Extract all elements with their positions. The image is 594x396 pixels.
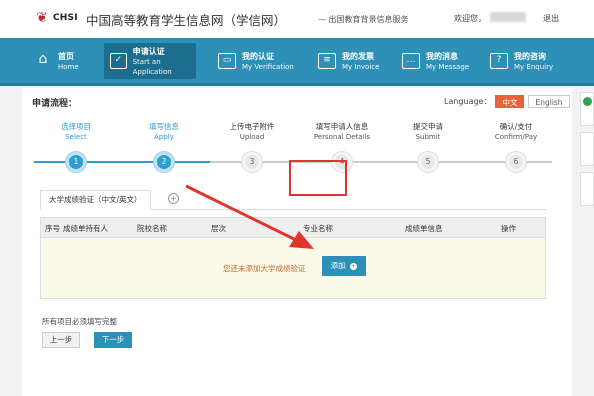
flow-label: 申请流程： xyxy=(32,99,78,109)
side-tab-top[interactable] xyxy=(580,172,594,206)
transcript-table: 序号 成绩单持有人 院校名称 层次 专业名称 成绩单信息 操作 您还未添加大学成… xyxy=(40,217,546,299)
step-confirm-pay: 确认/支付 Confirm/Pay xyxy=(476,122,556,142)
step-label-cn: 确认/支付 xyxy=(499,122,533,131)
step-dot-6: 6 xyxy=(506,152,526,172)
col-transcript-info: 成绩单信息 xyxy=(405,224,443,233)
table-header: 序号 成绩单持有人 院校名称 层次 专业名称 成绩单信息 操作 xyxy=(41,218,545,238)
highlight-box xyxy=(289,160,347,196)
nav-item-my-message[interactable]: … 我的消息 My Message xyxy=(402,43,470,79)
step-personal-details: 填写申请人信息 Personal Details xyxy=(302,122,382,142)
step-submit: 提交申请 Submit xyxy=(388,122,468,142)
nav-label-cn: 我的发票 xyxy=(342,51,374,61)
step-dot-3: 3 xyxy=(242,152,262,172)
step-label-en: Personal Details xyxy=(313,133,371,141)
step-label-en: Select xyxy=(65,133,87,141)
invoice-icon: ≡ xyxy=(318,53,336,69)
nav-label-cn: 我的认证 xyxy=(242,51,274,61)
nav-label-cn: 我的咨询 xyxy=(514,51,546,61)
required-note: 所有项目必须填写完整 xyxy=(42,317,117,326)
step-label-en: Submit xyxy=(415,133,441,141)
main-content: 申请流程： Language： 中文 English 选择项目 Select 填… xyxy=(22,88,572,396)
language-switcher: Language： 中文 English xyxy=(444,95,570,108)
step-label-en: Confirm/Pay xyxy=(494,133,538,141)
nav-label-en: Home xyxy=(58,62,79,71)
empty-message: 您还未添加大学成绩验证 xyxy=(223,264,306,273)
step-label-cn: 填写申请人信息 xyxy=(315,122,369,131)
lang-en-button[interactable]: English xyxy=(528,95,570,108)
nav-item-my-enquiry[interactable]: ? 我的咨询 My Enquiry xyxy=(490,43,556,79)
message-icon: … xyxy=(402,53,420,69)
step-label-cn: 提交申请 xyxy=(413,122,443,131)
step-label-en: Apply xyxy=(154,133,174,141)
nav-label-en: My Message xyxy=(426,62,470,71)
chsi-logo[interactable]: ❦ CHSI xyxy=(34,10,78,26)
username-blurred xyxy=(490,12,526,22)
side-tab-help[interactable] xyxy=(580,92,594,126)
nav-label-cn: 申请认证 xyxy=(132,46,165,56)
nav-label-cn: 我的消息 xyxy=(426,51,458,61)
bird-logo-icon: ❦ xyxy=(36,10,48,26)
site-title: 中国高等教育学生信息网（学信网） xyxy=(86,13,287,28)
step-dot-1: 1 xyxy=(66,152,86,172)
step-apply: 填写信息 Apply xyxy=(124,122,204,142)
nav-item-my-verification[interactable]: ▭ 我的认证 My Verification xyxy=(218,43,294,79)
site-subtitle: — 出国教育背景信息服务 xyxy=(318,15,409,24)
nav-item-home[interactable]: ⌂ 首页 Home xyxy=(34,43,94,79)
add-button[interactable]: 添加 + xyxy=(322,256,366,276)
col-index: 序号 xyxy=(45,224,60,233)
plus-circle-icon: + xyxy=(350,263,358,270)
nav-label-en: My Verification xyxy=(242,62,294,71)
step-label-en: Upload xyxy=(239,133,265,141)
side-tab-feedback[interactable] xyxy=(580,132,594,166)
step-label-cn: 填写信息 xyxy=(149,122,179,131)
home-icon: ⌂ xyxy=(38,51,48,67)
step-label-cn: 上传电子附件 xyxy=(229,122,275,131)
add-tab-icon[interactable]: + xyxy=(168,193,179,204)
help-icon xyxy=(582,97,592,106)
step-dot-2: 2 xyxy=(154,152,174,172)
col-school: 院校名称 xyxy=(137,224,167,233)
main-nav: ⌂ 首页 Home ✓ 申请认证 Start an Application ▭ 我的… xyxy=(0,38,594,86)
monitor-icon: ▭ xyxy=(218,53,236,69)
question-icon: ? xyxy=(490,53,508,69)
col-actions: 操作 xyxy=(501,224,516,233)
top-header: ❦ CHSI 中国高等教育学生信息网（学信网） — 出国教育背景信息服务 欢迎您… xyxy=(0,0,594,38)
progress-track-done xyxy=(34,161,210,163)
logo-text: CHSI xyxy=(53,13,78,23)
nav-label-en: My Invoice xyxy=(342,62,380,71)
col-level: 层次 xyxy=(211,224,226,233)
tab-transcript-verification[interactable]: 大学成绩验证（中文/英文） xyxy=(40,190,151,210)
step-label-cn: 选择项目 xyxy=(61,122,91,131)
nav-item-start-application[interactable]: ✓ 申请认证 Start an Application xyxy=(104,43,196,79)
nav-label-cn: 首页 xyxy=(58,51,74,61)
nav-item-my-invoice[interactable]: ≡ 我的发票 My Invoice xyxy=(318,43,382,79)
step-upload: 上传电子附件 Upload xyxy=(212,122,292,142)
add-button-label: 添加 xyxy=(330,261,346,270)
logout-link[interactable]: 退出 xyxy=(543,13,559,24)
col-major: 专业名称 xyxy=(303,224,333,233)
next-step-button[interactable]: 下一步 xyxy=(94,332,132,348)
checkbox-icon: ✓ xyxy=(110,53,127,69)
prev-step-button[interactable]: 上一步 xyxy=(42,332,80,348)
lang-cn-button[interactable]: 中文 xyxy=(495,95,525,108)
welcome-text: 欢迎您， xyxy=(454,14,486,23)
language-label: Language： xyxy=(444,97,492,106)
step-dot-5: 5 xyxy=(418,152,438,172)
step-select: 选择项目 Select xyxy=(36,122,116,142)
nav-label-en: My Enquiry xyxy=(514,62,554,71)
col-holder: 成绩单持有人 xyxy=(63,224,108,233)
nav-label-en: Start an Application xyxy=(132,57,172,76)
side-floating-panel xyxy=(580,92,594,212)
